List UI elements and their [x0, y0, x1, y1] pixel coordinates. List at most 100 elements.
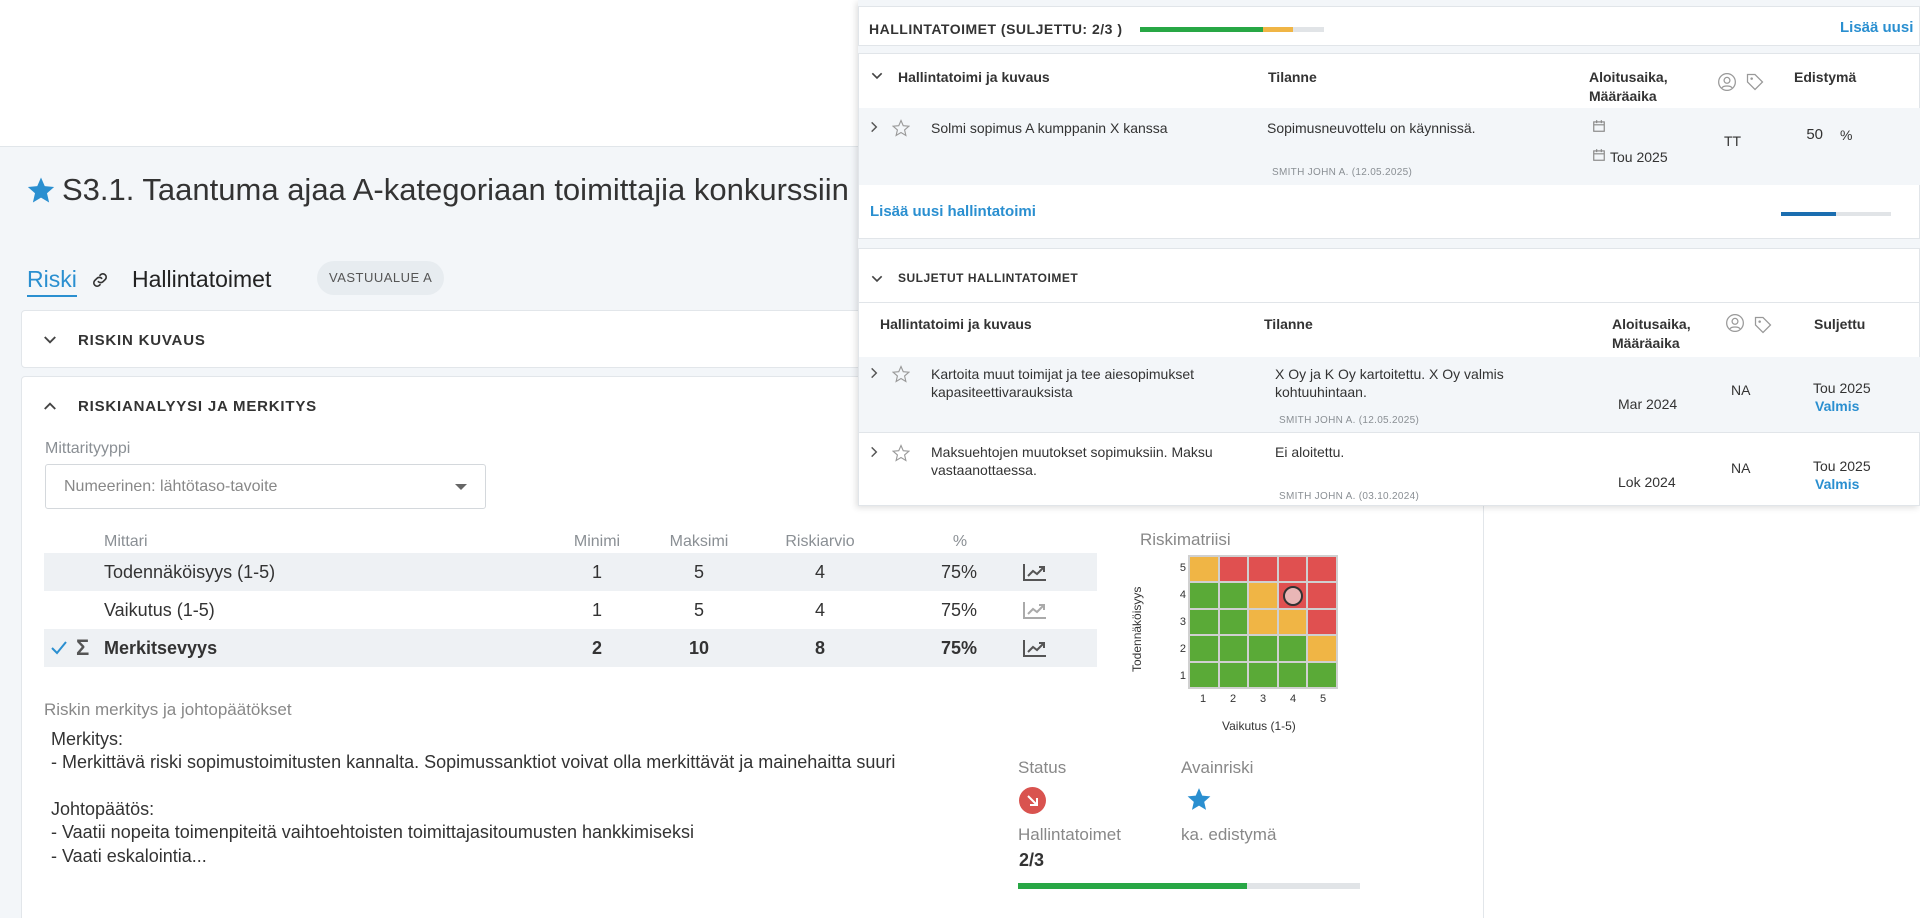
- sigma-icon: Σ: [76, 635, 90, 660]
- link-icon[interactable]: [90, 270, 110, 290]
- y-axis-label: Todennäköisyys: [1130, 586, 1144, 672]
- conclusion-line: Merkitys:: [51, 729, 123, 749]
- metric-pct: 75%: [940, 638, 977, 658]
- overlay-header: HALLINTATOIMET (SULJETTU: 2/3 ) Lisää uu…: [858, 6, 1920, 46]
- conclusion-line: Johtopäätös:: [51, 799, 155, 819]
- trend-chart-icon[interactable]: [1022, 600, 1048, 620]
- progress-fill: [1018, 883, 1248, 889]
- caret-down-icon: [455, 484, 467, 490]
- person-icon: [1726, 314, 1744, 332]
- table-row[interactable]: Solmi sopimus A kumppanin X kanssa Sopim…: [859, 108, 1920, 216]
- action-status: X Oy ja K Oy kartoitettu. X Oy valmis ko…: [1275, 366, 1504, 400]
- matrix-cell: [1219, 609, 1248, 635]
- closed-actions-box: SULJETUT HALLINTATOIMET Hallintatoimi ja…: [858, 248, 1920, 506]
- chevron-right-icon[interactable]: [867, 120, 881, 134]
- matrix-cell: [1308, 662, 1336, 687]
- chevron-right-icon[interactable]: [867, 445, 881, 459]
- col-aika: Aloitusaika, Määräaika: [1612, 316, 1691, 351]
- x-axis-label: Vaikutus (1-5): [1222, 719, 1296, 733]
- matrix-cell: [1308, 609, 1336, 635]
- action-title[interactable]: Maksuehtojen muutokset sopimuksiin. Maks…: [931, 443, 1261, 479]
- col-edistyma: Edistymä: [1794, 69, 1857, 85]
- metric-row: Vaikutus (1-5) 1 5 4 75%: [44, 591, 1097, 629]
- calendar-icon: [1593, 120, 1605, 132]
- star-outline-icon[interactable]: [892, 365, 910, 383]
- action-closed: Tou 2025: [1813, 458, 1871, 474]
- action-progress-value[interactable]: 50: [1783, 126, 1823, 144]
- x-axis-ticks: 1 2 3 4 5: [1188, 693, 1338, 707]
- matrix-cell: [1278, 636, 1307, 661]
- chevron-down-icon[interactable]: [869, 68, 885, 84]
- y-tick: 3: [1179, 615, 1186, 628]
- calendar-icon: [1593, 149, 1605, 161]
- open-actions-box: Hallintatoimi ja kuvaus Tilanne Aloitusa…: [858, 53, 1920, 239]
- ka-edistyma-label: ka. edistymä: [1181, 825, 1277, 844]
- trend-chart-icon[interactable]: [1022, 562, 1048, 582]
- matrix-cell: [1249, 557, 1277, 582]
- chevron-right-icon[interactable]: [867, 366, 881, 380]
- star-outline-icon[interactable]: [892, 119, 910, 137]
- tab-riski[interactable]: Riski: [27, 266, 77, 297]
- metric-name: Todennäköisyys (1-5): [104, 562, 276, 582]
- action-title[interactable]: Kartoita muut toimijat ja tee aiesopimuk…: [931, 365, 1261, 401]
- x-tick: 4: [1289, 693, 1297, 705]
- mittarityyppi-select[interactable]: Numeerinen: lähtötaso-tavoite: [45, 464, 486, 509]
- col-toimi: Hallintatoimi ja kuvaus: [898, 69, 1050, 85]
- status-label: Status: [1018, 758, 1067, 777]
- risk-matrix: [1188, 555, 1338, 689]
- risk-position-marker[interactable]: [1282, 585, 1303, 606]
- matrix-cell: [1190, 636, 1218, 661]
- add-action-link[interactable]: Lisää uusi hallintatoimi: [870, 203, 1036, 220]
- col-tilanne: Tilanne: [1264, 316, 1313, 332]
- status-valmis: Valmis: [1815, 476, 1860, 492]
- add-new-link[interactable]: Lisää uusi: [1840, 19, 1913, 36]
- action-start: Mar 2024: [1618, 396, 1678, 412]
- table-row[interactable]: Maksuehtojen muutokset sopimuksiin. Maks…: [859, 432, 1920, 507]
- action-progress-bar: [1781, 212, 1891, 216]
- matrix-cell: [1308, 557, 1336, 582]
- chevron-up-icon[interactable]: [41, 397, 59, 415]
- matrix-cell: [1190, 557, 1218, 582]
- star-icon: [1187, 788, 1211, 810]
- conclusion-line: - Vaatii nopeita toimenpiteitä vaihtoeht…: [51, 822, 694, 842]
- metric-max: 5: [693, 600, 704, 620]
- tab-hallintatoimet[interactable]: Hallintatoimet: [132, 266, 271, 293]
- matrix-cell: [1190, 662, 1218, 687]
- star-icon[interactable]: [26, 175, 56, 205]
- metric-arvio: 4: [814, 562, 825, 582]
- x-tick: 5: [1319, 693, 1327, 705]
- matrix-cell: [1278, 557, 1307, 582]
- action-owner: TT: [1724, 133, 1742, 149]
- action-status: Ei aloitettu.: [1275, 444, 1345, 460]
- page-title: S3.1. Taantuma ajaa A-kategoriaan toimit…: [26, 172, 849, 208]
- action-title[interactable]: Solmi sopimus A kumppanin X kanssa: [931, 119, 1168, 137]
- chevron-down-icon[interactable]: [869, 271, 885, 287]
- col-tilanne: Tilanne: [1268, 69, 1317, 85]
- matrix-cell: [1249, 609, 1277, 635]
- matrix-title: Riskimatriisi: [1140, 530, 1231, 549]
- matrix-cell: [1219, 557, 1248, 582]
- matrix-cell: [1278, 583, 1307, 608]
- overlay-title: HALLINTATOIMET (SULJETTU: 2/3 ): [869, 21, 1123, 37]
- progress-green: [1140, 27, 1264, 32]
- metric-min: 1: [591, 562, 602, 582]
- y-tick: 4: [1179, 589, 1186, 602]
- y-axis-ticks: 5 4 3 2 1: [1174, 555, 1186, 689]
- action-status: Sopimusneuvottelu on käynnissä.: [1267, 120, 1476, 136]
- matrix-cell: [1190, 609, 1218, 635]
- table-row[interactable]: Kartoita muut toimijat ja tee aiesopimuk…: [859, 357, 1920, 432]
- action-owner: NA: [1731, 460, 1751, 476]
- col-aika: Aloitusaika, Määräaika: [1589, 69, 1668, 104]
- chevron-down-icon[interactable]: [41, 331, 59, 349]
- star-outline-icon[interactable]: [892, 444, 910, 462]
- metric-pct: 75%: [940, 562, 977, 582]
- action-meta: SMITH JOHN A. (12.05.2025): [1272, 167, 1413, 178]
- hallintatoimet-overlay: HALLINTATOIMET (SULJETTU: 2/3 ) Lisää uu…: [858, 0, 1920, 506]
- metric-row-total: Σ Merkitsevyys 2 10 8 75%: [44, 629, 1097, 667]
- progress-unit: %: [1840, 127, 1853, 143]
- matrix-cell: [1278, 662, 1307, 687]
- tag-icon: [1754, 316, 1772, 334]
- trend-chart-icon[interactable]: [1022, 638, 1048, 658]
- divider: [859, 302, 1920, 303]
- area-chip: VASTUUALUE A: [317, 261, 445, 295]
